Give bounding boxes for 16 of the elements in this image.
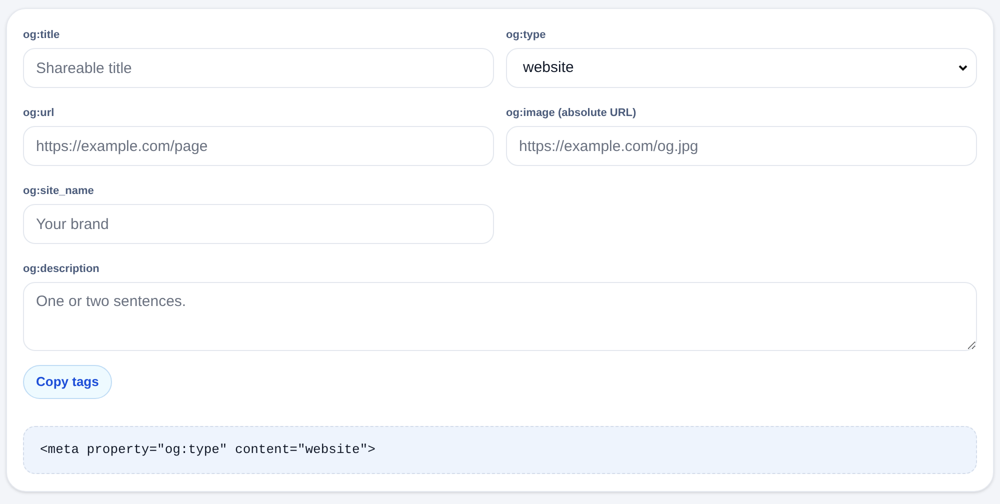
field-label: og:description: [23, 262, 100, 277]
text-input[interactable]: Your brand: [23, 204, 494, 244]
select-value: website: [523, 58, 574, 78]
copy-tags-button[interactable]: Copy tags: [23, 365, 112, 399]
description-textarea[interactable]: One or two sentences.: [23, 282, 977, 351]
field-label: og:title: [23, 28, 60, 43]
text-input[interactable]: https://example.com/og.jpg: [506, 126, 977, 166]
type-select[interactable]: website: [506, 48, 977, 88]
chevron-down-icon: [958, 64, 968, 72]
meta-tag-code: <meta property="og:type" content="website">: [40, 441, 376, 460]
field-label: og:type: [506, 28, 546, 43]
field-label: og:image (absolute URL): [506, 106, 636, 121]
field-label: og:url: [23, 106, 54, 121]
text-input[interactable]: https://example.com/page: [23, 126, 494, 166]
field-label: og:site_name: [23, 184, 94, 199]
text-input[interactable]: Shareable title: [23, 48, 494, 88]
